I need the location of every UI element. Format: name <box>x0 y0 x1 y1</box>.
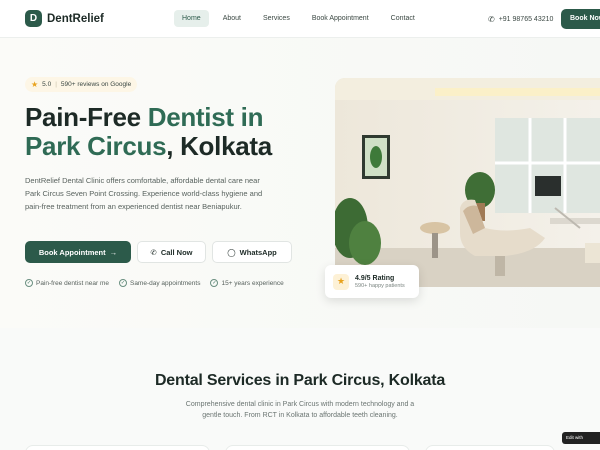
feature-item: ✓ 15+ years experience <box>210 279 284 287</box>
nav-link-home[interactable]: Home <box>174 10 209 27</box>
logo-mark: D <box>25 10 42 27</box>
reviews-count: 590+ reviews on Google <box>60 81 132 88</box>
service-card[interactable] <box>225 445 410 450</box>
feature-label: 15+ years experience <box>221 279 284 287</box>
book-now-button[interactable]: Book Now <box>561 9 600 29</box>
services-title: Dental Services in Park Circus, Kolkata <box>154 372 446 389</box>
arrow-right-icon: → <box>109 247 118 257</box>
hero-features: ✓ Pain-free dentist near me ✓ Same-day a… <box>25 279 284 287</box>
book-appointment-button[interactable]: Book Appointment → <box>25 241 131 263</box>
feature-item: ✓ Same-day appointments <box>118 279 201 287</box>
logo[interactable]: D DentRelief <box>25 10 104 27</box>
check-circle-icon: ✓ <box>25 279 33 287</box>
call-now-button[interactable]: ✆ Call Now <box>137 241 206 263</box>
check-circle-icon: ✓ <box>210 279 219 287</box>
whatsapp-button[interactable]: ◯ WhatsApp <box>212 241 292 263</box>
brand-name: DentRelief <box>47 12 104 25</box>
rating-value: 5.0 <box>42 81 52 88</box>
feature-item: ✓ Pain-free dentist near me <box>25 279 109 287</box>
star-icon: ★ <box>333 273 349 290</box>
hero-title: Pain-Free Dentist in Park Circus, Kolkat… <box>25 103 325 161</box>
rating-card: ★ 4.9/5 Rating 590+ happy patients <box>325 265 419 298</box>
call-now-label: Call Now <box>160 247 193 257</box>
clinic-photo <box>335 78 600 287</box>
nav-link-about[interactable]: About <box>215 10 249 27</box>
title-city: , Kolkata <box>166 131 272 161</box>
nav-link-services[interactable]: Services <box>255 10 298 27</box>
title-accent: Dentist in <box>147 102 264 132</box>
feature-label: Same-day appointments <box>129 279 201 287</box>
rating-card-value: 4.9/5 Rating <box>355 274 395 282</box>
phone-icon: ✆ <box>488 15 495 24</box>
check-circle-icon: ✓ <box>118 279 127 287</box>
star-icon: ★ <box>31 80 39 89</box>
hero-description: DentRelief Dental Clinic offers comforta… <box>25 176 263 211</box>
nav-link-contact[interactable]: Contact <box>383 10 423 27</box>
rating-card-text: 4.9/5 Rating 590+ happy patients <box>355 275 405 289</box>
google-rating-pill: ★ 5.0 | 590+ reviews on Google <box>25 77 138 92</box>
whatsapp-label: WhatsApp <box>239 247 277 257</box>
phone-number: +91 98765 43210 <box>498 16 554 23</box>
services-description: Comprehensive dental clinic in Park Circ… <box>185 401 415 419</box>
title-part: Pain-Free <box>25 102 148 132</box>
service-card[interactable] <box>425 445 555 450</box>
book-appointment-label: Book Appointment <box>38 247 106 257</box>
call-icon: ✆ <box>150 247 157 257</box>
pill-separator: | <box>55 81 57 88</box>
nav-link-book-appointment[interactable]: Book Appointment <box>304 10 377 27</box>
edit-with-badge[interactable]: Edit with <box>562 432 600 444</box>
title-accent-location: Park Circus <box>25 131 167 161</box>
rating-card-subtitle: 590+ happy patients <box>355 282 405 289</box>
hero-buttons: Book Appointment → ✆ Call Now ◯ WhatsApp <box>25 241 292 263</box>
nav-links: Home About Services Book Appointment Con… <box>174 10 423 27</box>
whatsapp-icon: ◯ <box>227 247 236 257</box>
feature-label: Pain-free dentist near me <box>36 279 109 287</box>
top-navbar: D DentRelief Home About Services Book Ap… <box>0 0 600 38</box>
nav-phone-link[interactable]: ✆ +91 98765 43210 <box>488 15 553 24</box>
service-card[interactable] <box>25 445 210 450</box>
